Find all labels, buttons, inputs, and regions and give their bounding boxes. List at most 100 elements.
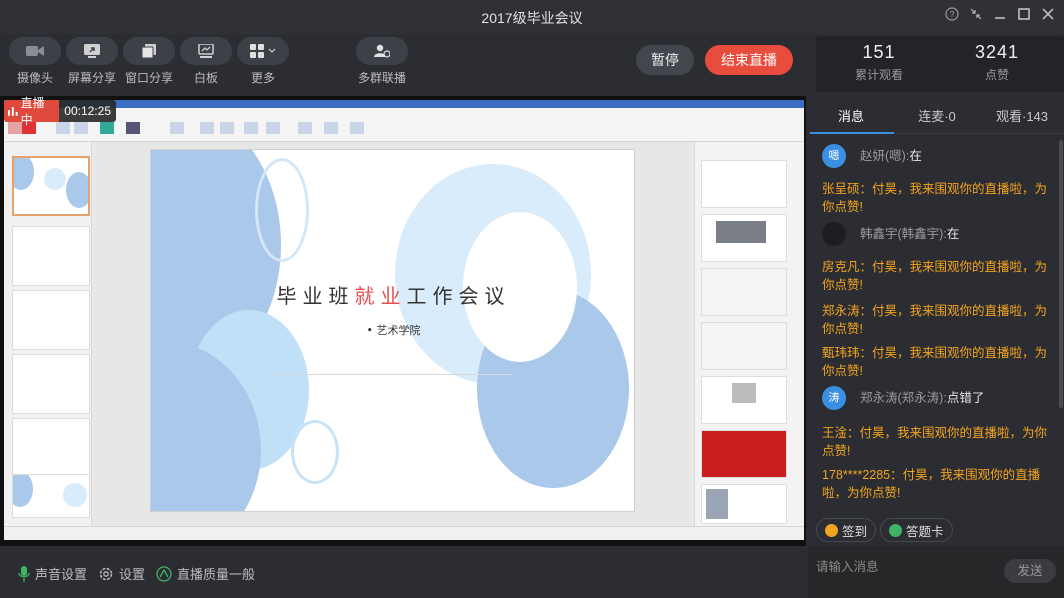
quality-icon	[156, 565, 172, 582]
chat-message-text: 在	[946, 227, 960, 241]
chat-list: 嗯赵妍(嗯): 在张呈硕：付昊，我来围观你的直播啦，为你点赞! 韩鑫宇(韩鑫宇):…	[808, 140, 1058, 514]
slide-thumbnail[interactable]	[12, 418, 90, 478]
stream-quality-indicator[interactable]: 直播质量一般	[156, 564, 255, 583]
template-thumbnail[interactable]	[701, 268, 787, 316]
answer-card-icon	[889, 523, 902, 537]
settings-label: 设置	[119, 567, 146, 582]
chat-system-message: 房克凡：付昊，我来围观你的直播啦，为你点赞!	[822, 260, 1048, 292]
live-elapsed-time: 00:12:25	[64, 104, 111, 118]
ppt-title-bar	[4, 100, 804, 108]
chat-user-message: 涛郑永涛(郑永涛): 点错了	[822, 386, 1058, 410]
send-button[interactable]: 发送	[1004, 559, 1056, 583]
active-tab-indicator	[810, 132, 894, 134]
camera-button[interactable]: 摄像头	[9, 37, 61, 86]
whiteboard-button[interactable]: 白板	[180, 37, 232, 86]
likes-stat: 3241 点赞	[942, 42, 1052, 83]
likes-count: 3241	[974, 42, 1020, 62]
live-status-badge: 直播中 00:12:25	[4, 96, 116, 127]
live-stream-app: 2017级毕业会议 ? 摄像头 屏幕分享 窗口分享 白板 更多 多群联播 暂停 …	[0, 0, 1064, 598]
chat-system-message: 郑永涛：付昊，我来围观你的直播啦，为你点赞!	[822, 304, 1048, 336]
quality-label: 直播质量一般	[177, 567, 256, 582]
answer-card-label: 答题卡	[906, 524, 944, 539]
screen-share-icon	[84, 44, 100, 58]
help-icon[interactable]: ?	[942, 7, 962, 27]
chat-system-message: 甄玮玮：付昊，我来围观你的直播啦，为你点赞!	[822, 346, 1048, 378]
avatar[interactable]	[822, 222, 846, 246]
window-share-icon	[142, 44, 156, 58]
slide-canvas: 毕业班就业工作会议 • 艺术学院	[96, 142, 691, 526]
avatar[interactable]: 嗯	[822, 144, 846, 168]
whiteboard-icon	[198, 44, 214, 58]
screen-share-button[interactable]: 屏幕分享	[66, 37, 118, 86]
microphone-icon	[18, 565, 30, 582]
slide-thumbnail[interactable]	[12, 354, 90, 414]
viewers-label: 累计观看	[854, 68, 903, 82]
window-share-button[interactable]: 窗口分享	[123, 37, 175, 86]
live-bars-icon	[8, 107, 18, 116]
chat-message-text: 点错了	[946, 391, 985, 405]
panel-tabs: 消息 连麦·0 观看·143	[808, 98, 1064, 134]
window-title: 2017级毕业会议	[481, 10, 583, 26]
slide-thumbnail[interactable]	[12, 474, 90, 518]
more-button[interactable]: 更多	[237, 37, 289, 86]
message-input-area: 发送	[808, 546, 1064, 598]
answer-card-button[interactable]: 答题卡	[880, 518, 953, 542]
chevron-down-icon	[268, 48, 276, 53]
template-thumbnail[interactable]	[701, 160, 787, 208]
settings-button[interactable]: 设置	[98, 564, 145, 583]
template-thumbnail[interactable]	[701, 484, 787, 524]
template-thumbnail[interactable]	[701, 214, 787, 262]
viewers-stat: 151 累计观看	[824, 42, 934, 83]
slide-subtitle: • 艺术学院	[366, 324, 421, 337]
slide-thumbnail[interactable]	[12, 226, 90, 286]
chat-system-message: 张呈硕：付昊，我来围观你的直播啦，为你点赞!	[822, 182, 1048, 214]
template-thumbnail[interactable]	[701, 322, 787, 370]
minimize-icon[interactable]	[990, 7, 1010, 27]
slide-thumbnail-pane	[4, 142, 92, 526]
gear-icon	[99, 567, 113, 580]
checkin-button[interactable]: 签到	[816, 518, 877, 542]
checkin-icon	[825, 523, 838, 537]
chat-scrollbar[interactable]	[1059, 140, 1063, 408]
tab-messages[interactable]: 消息	[836, 106, 866, 125]
chat-sender-name: 郑永涛(郑永涛):	[860, 391, 947, 405]
slide-thumbnail[interactable]	[12, 156, 90, 216]
checkin-label: 签到	[842, 524, 868, 539]
pause-button[interactable]: 暂停	[636, 45, 694, 75]
close-icon[interactable]	[1038, 7, 1058, 27]
message-input[interactable]	[816, 556, 996, 578]
chat-sender-name: 赵妍(嗯):	[860, 149, 910, 163]
slide-title: 毕业班就业工作会议	[276, 284, 511, 308]
camera-icon	[26, 46, 44, 56]
camera-label: 摄像头	[16, 71, 53, 85]
title-bar: 2017级毕业会议 ?	[0, 0, 1064, 34]
avatar[interactable]: 涛	[822, 386, 846, 410]
template-thumbnail[interactable]	[701, 430, 787, 478]
current-slide: 毕业班就业工作会议 • 艺术学院	[150, 149, 635, 512]
template-pane	[694, 142, 804, 526]
chat-system-message: 178****2285：付昊，我来围观你的直播啦，为你点赞!	[822, 468, 1041, 500]
collapse-icon[interactable]	[966, 7, 986, 27]
multi-group-icon	[374, 44, 390, 58]
side-panel: 151 累计观看 3241 点赞 消息 连麦·0 观看·143 嗯赵妍(嗯): …	[808, 34, 1064, 598]
svg-text:?: ?	[949, 10, 954, 20]
tab-mic[interactable]: 连麦·0	[912, 106, 962, 125]
whiteboard-label: 白板	[193, 71, 218, 85]
maximize-icon[interactable]	[1014, 7, 1034, 27]
stats-box: 151 累计观看 3241 点赞	[816, 36, 1064, 92]
viewers-count: 151	[862, 42, 896, 62]
grid-icon	[250, 44, 264, 58]
audio-settings-button[interactable]: 声音设置	[18, 564, 87, 583]
screen-share-label: 屏幕分享	[67, 71, 116, 85]
window-share-label: 窗口分享	[124, 71, 173, 85]
ppt-status-bar	[4, 526, 804, 540]
audio-settings-label: 声音设置	[35, 567, 88, 582]
end-live-button[interactable]: 结束直播	[705, 45, 793, 75]
more-label: 更多	[250, 71, 275, 85]
chat-user-message: 韩鑫宇(韩鑫宇): 在	[822, 222, 1058, 246]
multi-group-broadcast-button[interactable]: 多群联播	[356, 37, 408, 86]
slide-thumbnail[interactable]	[12, 290, 90, 350]
chat-message-text: 在	[909, 149, 922, 163]
tab-watching[interactable]: 观看·143	[992, 106, 1052, 125]
template-thumbnail[interactable]	[701, 376, 787, 424]
